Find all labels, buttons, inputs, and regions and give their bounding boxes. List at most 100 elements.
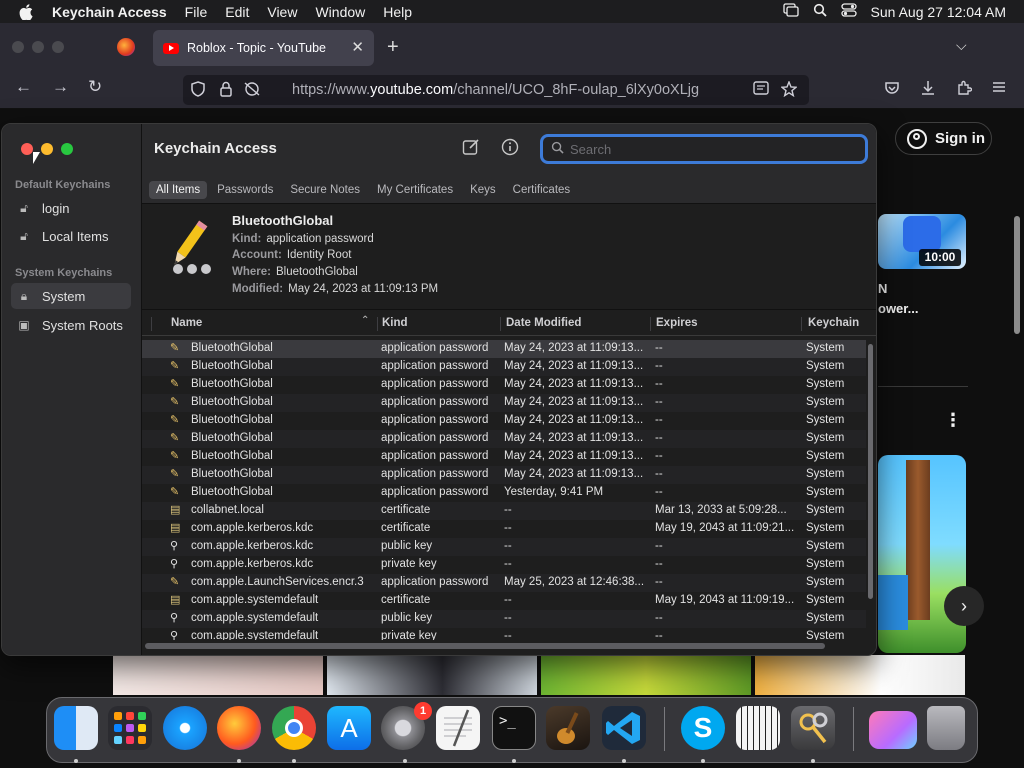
filter-my-certificates[interactable]: My Certificates xyxy=(370,181,460,199)
table-row[interactable]: ⚲ com.apple.systemdefault public key -- -- Sy… xyxy=(142,610,866,628)
sidebar-item-system[interactable]: 🔒︎ System xyxy=(11,283,131,309)
column-header-date-modified[interactable]: Date Modified xyxy=(506,317,581,329)
menu-edit[interactable]: Edit xyxy=(216,4,258,20)
filter-secure-notes[interactable]: Secure Notes xyxy=(283,181,367,199)
scroll-thumb[interactable] xyxy=(868,344,873,599)
reader-view-icon[interactable] xyxy=(753,81,769,98)
video-title-line2[interactable]: ower... xyxy=(878,301,918,316)
page-scrollbar[interactable] xyxy=(1014,216,1020,334)
shelf-thumbnail-1[interactable] xyxy=(113,655,323,695)
table-row[interactable]: ✎ BluetoothGlobal application password May … xyxy=(142,394,866,412)
table-row[interactable]: ⚲ com.apple.kerberos.kdc public key -- -- Sys… xyxy=(142,538,866,556)
back-icon[interactable]: ← xyxy=(15,77,32,97)
table-row[interactable]: ✎ BluetoothGlobal application password May … xyxy=(142,448,866,466)
shelf-thumbnail-2[interactable] xyxy=(327,655,537,695)
column-header-keychain[interactable]: Keychain xyxy=(808,317,859,329)
forward-icon[interactable]: → xyxy=(52,77,69,97)
new-tab-icon[interactable]: + xyxy=(387,36,399,59)
table-row[interactable]: ⚲ com.apple.systemdefault private key -- -- S… xyxy=(142,628,866,640)
compose-icon[interactable] xyxy=(462,138,480,161)
url-text[interactable]: https://www.youtube.com/channel/UCO_8hF-… xyxy=(292,82,699,98)
close-window-button[interactable] xyxy=(21,143,33,155)
menu-file[interactable]: File xyxy=(176,4,217,20)
sidebar-item-login[interactable]: 🔓︎ login xyxy=(11,195,131,221)
filter-passwords[interactable]: Passwords xyxy=(210,181,280,199)
info-icon[interactable] xyxy=(501,138,519,161)
table-horizontal-scrollbar[interactable] xyxy=(145,643,825,649)
menu-view[interactable]: View xyxy=(258,4,306,20)
zoom-window-button[interactable] xyxy=(61,143,73,155)
apple-menu-icon[interactable] xyxy=(0,3,52,20)
filter-all-items[interactable]: All Items xyxy=(149,180,208,199)
browser-zoom-dot[interactable] xyxy=(52,41,64,53)
shelf-thumbnail-4[interactable] xyxy=(755,655,965,695)
reload-icon[interactable]: ↻ xyxy=(88,77,102,97)
folder-stack-icon[interactable] xyxy=(869,711,917,749)
control-center-icon[interactable] xyxy=(840,3,857,20)
table-row[interactable]: ✎ BluetoothGlobal application password May … xyxy=(142,340,866,358)
sort-ascending-icon[interactable]: ⌃ xyxy=(361,315,369,326)
video-title[interactable]: N xyxy=(878,281,887,296)
sidebar-item-local-items[interactable]: 🔓︎ Local Items xyxy=(11,223,131,249)
screen-mirroring-icon[interactable] xyxy=(782,3,799,20)
browser-close-dot[interactable] xyxy=(12,41,24,53)
search-input[interactable] xyxy=(570,141,830,157)
terminal-icon[interactable]: >_ xyxy=(492,706,536,750)
table-row[interactable]: ▤ com.apple.systemdefault certificate -- May… xyxy=(142,592,866,610)
search-field[interactable] xyxy=(540,134,868,164)
table-row[interactable]: ⚲ com.apple.kerberos.kdc private key -- -- Sy… xyxy=(142,556,866,574)
close-tab-icon[interactable]: ✕ xyxy=(351,38,364,56)
sign-in-button[interactable]: Sign in xyxy=(895,122,992,155)
firefox-icon[interactable] xyxy=(217,706,261,750)
more-options-icon[interactable]: ⋮ xyxy=(944,410,962,431)
download-icon[interactable] xyxy=(920,80,936,100)
hamburger-menu-icon[interactable] xyxy=(992,80,1006,98)
column-header-kind[interactable]: Kind xyxy=(382,317,408,329)
chrome-icon[interactable] xyxy=(272,706,316,750)
textedit-icon[interactable] xyxy=(436,706,480,750)
chevron-down-icon[interactable]: ⌵ xyxy=(956,37,967,54)
table-row[interactable]: ✎ BluetoothGlobal application password May … xyxy=(142,466,866,484)
pocket-icon[interactable] xyxy=(884,80,900,100)
spotlight-icon[interactable] xyxy=(813,3,827,20)
minimize-window-button[interactable] xyxy=(41,143,53,155)
table-row[interactable]: ✎ BluetoothGlobal application password May … xyxy=(142,358,866,376)
star-icon[interactable] xyxy=(780,80,798,100)
table-row[interactable]: ✎ BluetoothGlobal application password Yest… xyxy=(142,484,866,502)
menu-clock[interactable]: Sun Aug 27 12:04 AM xyxy=(871,4,1006,20)
table-row[interactable]: ✎ BluetoothGlobal application password May … xyxy=(142,412,866,430)
keychain-access-icon[interactable] xyxy=(791,706,835,750)
table-row[interactable]: ▤ collabnet.local certificate -- Mar 13, 203… xyxy=(142,502,866,520)
url-bar[interactable]: https://www.youtube.com/channel/UCO_8hF-… xyxy=(183,75,809,105)
filter-certificates[interactable]: Certificates xyxy=(506,181,578,199)
table-row[interactable]: ▤ com.apple.kerberos.kdc certificate -- May … xyxy=(142,520,866,538)
shelf-thumbnail-3[interactable] xyxy=(541,655,751,695)
tab-youtube[interactable]: Roblox - Topic - YouTube ✕ xyxy=(153,30,374,66)
chevron-right-icon[interactable]: › xyxy=(944,586,984,626)
filter-keys[interactable]: Keys xyxy=(463,181,503,199)
app-store-icon[interactable]: A xyxy=(327,706,371,750)
garageband-icon[interactable] xyxy=(546,706,590,750)
column-header-name[interactable]: Name xyxy=(171,317,202,329)
menu-help[interactable]: Help xyxy=(374,4,421,20)
launchpad-icon[interactable] xyxy=(108,706,152,750)
vscode-icon[interactable] xyxy=(602,706,646,750)
shield-icon[interactable] xyxy=(191,81,205,100)
menu-window[interactable]: Window xyxy=(306,4,374,20)
column-header-expires[interactable]: Expires xyxy=(656,317,698,329)
video-thumbnail-2[interactable] xyxy=(878,455,966,653)
table-row[interactable]: ✎ BluetoothGlobal application password May … xyxy=(142,376,866,394)
finder-icon[interactable] xyxy=(54,706,98,750)
table-vertical-scrollbar[interactable] xyxy=(867,340,874,600)
safari-icon[interactable] xyxy=(163,706,207,750)
firefox-view-icon[interactable] xyxy=(117,38,135,56)
browser-minimize-dot[interactable] xyxy=(32,41,44,53)
trash-icon[interactable] xyxy=(927,706,965,750)
piano-icon[interactable] xyxy=(736,706,780,750)
extensions-icon[interactable] xyxy=(956,80,973,100)
lock-icon[interactable] xyxy=(220,81,232,100)
skype-icon[interactable]: S xyxy=(681,706,725,750)
menu-app-name[interactable]: Keychain Access xyxy=(52,4,176,20)
table-row[interactable]: ✎ com.apple.LaunchServices.encr.3 applicat… xyxy=(142,574,866,592)
sidebar-item-system-roots[interactable]: ▣ System Roots xyxy=(11,312,131,338)
